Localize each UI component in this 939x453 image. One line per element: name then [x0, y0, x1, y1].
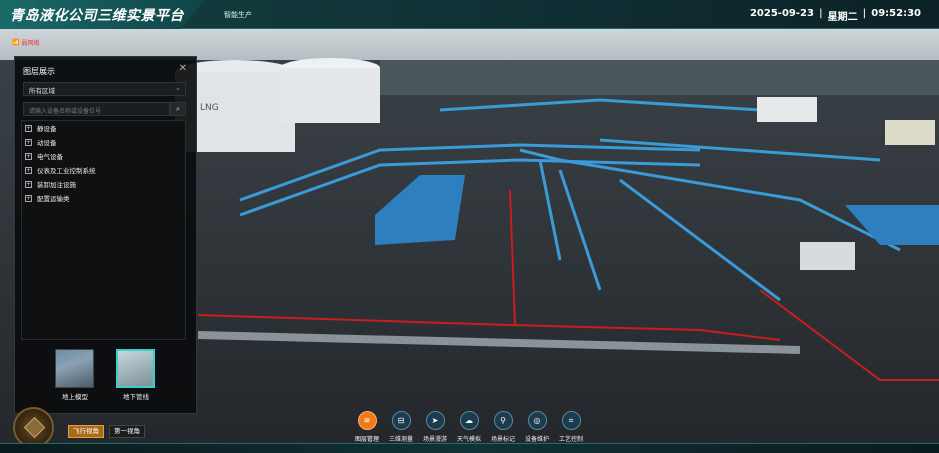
bottom-toolbar: ≋ 图层管理 ⊟ 三维测量 ➤ 场景漫游 ☁ 天气模拟 ⚲ 场景标记 ◎ 设备维护 ⌗ 工艺控… — [350, 411, 588, 443]
tool-scene-roam[interactable]: ➤ 场景漫游 — [418, 411, 452, 443]
bottom-bar — [0, 443, 939, 453]
tool-label: 天气模拟 — [456, 436, 481, 443]
tree-item-electrical[interactable]: + 电气设备 — [22, 149, 185, 163]
thumbnail-underground-pipes[interactable] — [116, 349, 155, 388]
time-text: 09:52:30 — [871, 8, 921, 19]
tool-device-maintenance[interactable]: ◎ 设备维护 — [520, 411, 554, 443]
expand-icon[interactable]: + — [25, 194, 32, 202]
maintenance-icon: ◎ — [527, 411, 547, 430]
device-search-input[interactable]: 请输入设备名称或设备位号 — [23, 102, 170, 116]
date-text: 2025-09-23 — [749, 8, 814, 19]
tool-label: 场景漫游 — [422, 436, 447, 443]
tree-item-rotating-equipment[interactable]: + 动设备 — [22, 135, 185, 149]
wifi-status-text: 弱网络 — [21, 40, 40, 47]
process-control-icon: ⌗ — [561, 411, 581, 430]
layer-panel: 图层展示 ✕ 所有区域 ⌄ 请输入设备名称或设备位号 ⌕ + 静设备 + 动设备 +… — [14, 56, 197, 414]
region-select[interactable]: 所有区域 ⌄ — [23, 82, 186, 96]
tree-item-label: 装卸加注设施 — [37, 181, 76, 189]
layers-icon: ≋ — [357, 411, 377, 430]
expand-icon[interactable]: + — [25, 152, 32, 160]
nav-tab-smart-production[interactable]: 智能生产 — [224, 10, 252, 20]
view-cube-compass[interactable] — [13, 407, 54, 448]
measure-icon: ⊟ — [391, 411, 411, 430]
expand-icon[interactable]: + — [25, 166, 32, 174]
thumbnail-label-above-ground: 地上模型 — [62, 393, 88, 401]
tool-label: 图层管理 — [354, 436, 379, 443]
tree-item-label: 配置运输类 — [37, 195, 70, 203]
cube-icon — [23, 416, 46, 439]
region-select-value: 所有区域 — [29, 87, 55, 95]
tree-item-label: 动设备 — [37, 139, 57, 147]
tree-item-static-equipment[interactable]: + 静设备 — [22, 121, 185, 135]
tool-3d-measure[interactable]: ⊟ 三维测量 — [384, 411, 418, 443]
tool-scene-marker[interactable]: ⚲ 场景标记 — [486, 411, 520, 443]
tool-weather-sim[interactable]: ☁ 天气模拟 — [452, 411, 486, 443]
date-separator: | — [818, 8, 823, 19]
expand-icon[interactable]: + — [25, 180, 32, 188]
tool-layer-management[interactable]: ≋ 图层管理 — [350, 411, 384, 443]
weather-icon: ☁ — [459, 411, 479, 430]
device-tree: + 静设备 + 动设备 + 电气设备 + 仪表及工业控制系统 + 装卸加注设施 + 配置运输… — [21, 120, 186, 340]
tree-item-label: 静设备 — [37, 125, 57, 133]
tree-item-label: 电气设备 — [37, 153, 63, 161]
tree-item-transport[interactable]: + 配置运输类 — [22, 191, 185, 205]
tool-label: 三维测量 — [388, 436, 413, 443]
expand-icon[interactable]: + — [25, 124, 32, 132]
panel-title: 图层展示 — [23, 67, 55, 76]
tank-label: LNG — [200, 103, 219, 113]
tool-label: 工艺控制 — [558, 436, 583, 443]
marker-icon: ⚲ — [493, 411, 513, 430]
tree-item-instrument-control[interactable]: + 仪表及工业控制系统 — [22, 163, 185, 177]
roam-icon: ➤ — [425, 411, 445, 430]
tree-item-label: 仪表及工业控制系统 — [37, 167, 96, 175]
weekday-text: 星期二 — [827, 12, 858, 23]
time-separator: | — [862, 8, 867, 19]
thumbnail-label-underground: 地下管线 — [123, 393, 149, 401]
tool-label: 场景标记 — [490, 436, 515, 443]
first-person-button[interactable]: 第一视角 — [109, 425, 145, 438]
fly-view-button[interactable]: 飞行视角 — [68, 425, 104, 438]
network-status: 📶 弱网络 — [12, 38, 40, 47]
search-icon[interactable]: ⌕ — [170, 102, 186, 116]
app-title: 青岛液化公司三维实景平台 — [10, 8, 184, 24]
tree-item-loading-facilities[interactable]: + 装卸加注设施 — [22, 177, 185, 191]
top-header: 青岛液化公司三维实景平台 智能生产 2025-09-23 | 星期二 | 09:… — [0, 0, 939, 29]
tool-process-control[interactable]: ⌗ 工艺控制 — [554, 411, 588, 443]
wifi-icon: 📶 — [12, 39, 20, 46]
thumbnail-above-ground[interactable] — [55, 349, 94, 388]
tool-label: 设备维护 — [524, 436, 549, 443]
close-icon[interactable]: ✕ — [179, 63, 187, 74]
chevron-down-icon: ⌄ — [175, 84, 181, 92]
expand-icon[interactable]: + — [25, 138, 32, 146]
datetime-display: 2025-09-23 | 星期二 | 09:52:30 — [750, 8, 921, 23]
